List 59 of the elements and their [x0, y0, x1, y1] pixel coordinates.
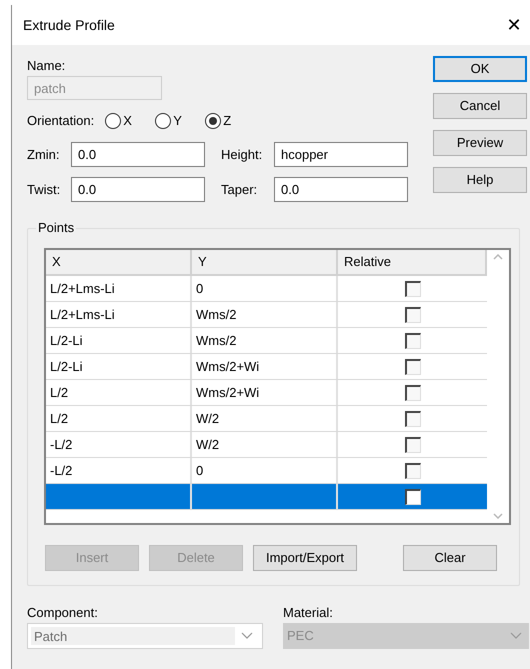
radio-button[interactable]: Y	[155, 111, 206, 131]
field-label: Twist:	[27, 180, 60, 199]
dropdown[interactable]: Patch	[27, 623, 263, 649]
table-cell: -L/2	[50, 463, 72, 478]
table-row[interactable]: L/2 Wms/2+Wi	[46, 380, 487, 406]
input-field[interactable]: 0.0	[71, 142, 205, 167]
table-cell: L/2	[50, 385, 68, 400]
combo-label: Component:	[27, 604, 98, 622]
table-cell: L/2-Li	[50, 333, 83, 348]
input-field[interactable]: 0.0	[274, 177, 408, 202]
table-cell: W/2	[196, 411, 220, 426]
table-cell: Wms/2+Wi	[196, 359, 260, 374]
table-row[interactable]: L/2-Li Wms/2+Wi	[46, 354, 487, 380]
checkbox[interactable]	[404, 462, 420, 478]
column-header[interactable]: X	[46, 250, 192, 276]
input-field[interactable]: 0.0	[71, 177, 205, 202]
field-label: Taper:	[221, 180, 258, 199]
table-cell: L/2+Lms-Li	[50, 281, 115, 296]
checkbox[interactable]	[404, 384, 420, 400]
table-row[interactable]: L/2-Li Wms/2	[46, 328, 487, 354]
table-row[interactable]: L/2 W/2	[46, 406, 487, 432]
dialog-button[interactable]: Help	[433, 167, 527, 193]
table-cell: L/2-Li	[50, 359, 83, 374]
checkbox[interactable]	[404, 280, 420, 296]
checkbox[interactable]	[404, 410, 420, 426]
radio-button[interactable]: Z	[205, 111, 256, 131]
dialog-button[interactable]: Cancel	[433, 93, 527, 119]
action-button[interactable]: Clear	[403, 545, 497, 571]
table-cell: 0	[196, 463, 204, 478]
orientation-label: Orientation:	[27, 112, 94, 130]
field-label: Height:	[221, 146, 262, 164]
checkbox[interactable]	[404, 436, 420, 452]
field-label: Zmin:	[27, 146, 60, 164]
table-cell: L/2	[50, 411, 68, 426]
table-cell: 0	[196, 281, 204, 296]
checkbox[interactable]	[404, 488, 420, 504]
table-cell: -L/2	[50, 437, 72, 452]
dialog-button[interactable]: Preview	[433, 130, 527, 156]
table-cell: L/2+Lms-Li	[50, 307, 115, 322]
name-label: Name:	[27, 57, 66, 75]
table-cell: Wms/2+Wi	[196, 385, 260, 400]
action-button[interactable]: Import/Export	[253, 545, 357, 571]
window-title: Extrude Profile	[23, 16, 115, 34]
table-row[interactable]: -L/2 W/2	[46, 432, 487, 458]
close-button[interactable]: ✕	[502, 13, 526, 37]
table-row[interactable]: L/2+Lms-Li 0	[46, 276, 487, 302]
table-cell: Wms/2	[196, 307, 236, 322]
column-header[interactable]: Relative	[338, 250, 487, 276]
input-field[interactable]: hcopper	[274, 142, 408, 167]
checkbox[interactable]	[404, 306, 420, 322]
dialog-button[interactable]: OK	[433, 56, 527, 82]
table-row[interactable]: L/2+Lms-Li Wms/2	[46, 302, 487, 328]
column-header[interactable]: Y	[192, 250, 338, 276]
table-cell: Wms/2	[196, 333, 236, 348]
radio-button[interactable]: X	[105, 111, 156, 131]
checkbox[interactable]	[404, 358, 420, 374]
table-cell: W/2	[196, 437, 220, 452]
checkbox[interactable]	[404, 332, 420, 348]
combo-label: Material:	[283, 604, 333, 622]
